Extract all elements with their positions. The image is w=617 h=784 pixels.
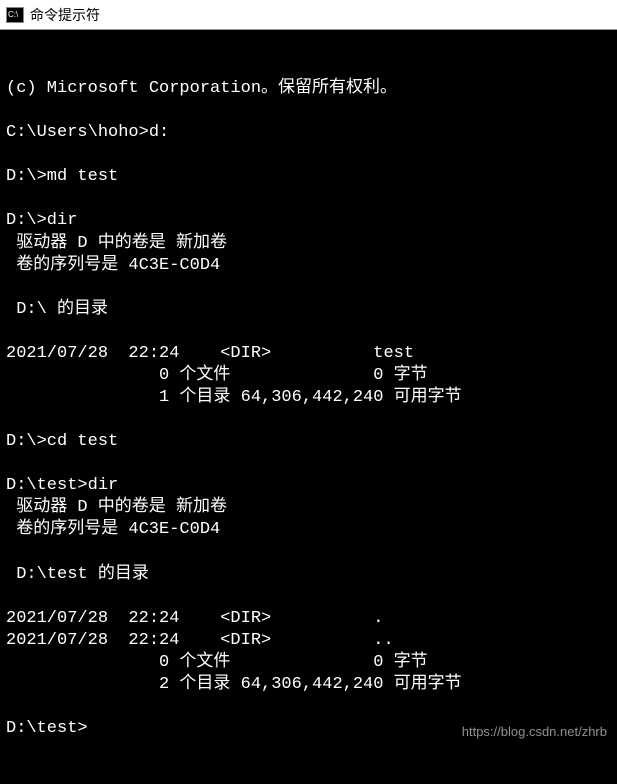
terminal-line: D:\>md test: [6, 166, 611, 188]
terminal-line: [6, 144, 611, 166]
terminal-line: 2 个目录 64,306,442,240 可用字节: [6, 674, 611, 696]
terminal-line: [6, 409, 611, 431]
terminal-line: [6, 100, 611, 122]
terminal-line: C:\Users\hoho>d:: [6, 122, 611, 144]
cmd-icon: C:\: [6, 7, 24, 23]
watermark-text: https://blog.csdn.net/zhrb: [462, 724, 607, 741]
terminal-line: 0 个文件 0 字节: [6, 365, 611, 387]
cmd-icon-label: C:\: [7, 11, 18, 19]
terminal-line: 卷的序列号是 4C3E-C0D4: [6, 255, 611, 277]
terminal-line: D:\>cd test: [6, 431, 611, 453]
terminal-line: (c) Microsoft Corporation。保留所有权利。: [6, 78, 611, 100]
terminal-line: 2021/07/28 22:24 <DIR> test: [6, 343, 611, 365]
terminal-line: 1 个目录 64,306,442,240 可用字节: [6, 387, 611, 409]
window-title-bar[interactable]: C:\ 命令提示符: [0, 0, 617, 30]
terminal-line: [6, 188, 611, 210]
terminal-line: 0 个文件 0 字节: [6, 652, 611, 674]
terminal-line: D:\>dir: [6, 210, 611, 232]
terminal-line: [6, 277, 611, 299]
terminal-line: D:\test>dir: [6, 475, 611, 497]
terminal-output[interactable]: (c) Microsoft Corporation。保留所有权利。 C:\User…: [0, 30, 617, 763]
terminal-line: 驱动器 D 中的卷是 新加卷: [6, 233, 611, 255]
terminal-line: [6, 586, 611, 608]
terminal-line: [6, 542, 611, 564]
terminal-line: 卷的序列号是 4C3E-C0D4: [6, 519, 611, 541]
terminal-line: 2021/07/28 22:24 <DIR> ..: [6, 630, 611, 652]
terminal-line: [6, 453, 611, 475]
terminal-line: 驱动器 D 中的卷是 新加卷: [6, 497, 611, 519]
terminal-line: [6, 321, 611, 343]
terminal-line: [6, 696, 611, 718]
terminal-line: 2021/07/28 22:24 <DIR> .: [6, 608, 611, 630]
window-title: 命令提示符: [30, 5, 100, 25]
terminal-line: D:\ 的目录: [6, 299, 611, 321]
terminal-line: D:\test 的目录: [6, 564, 611, 586]
